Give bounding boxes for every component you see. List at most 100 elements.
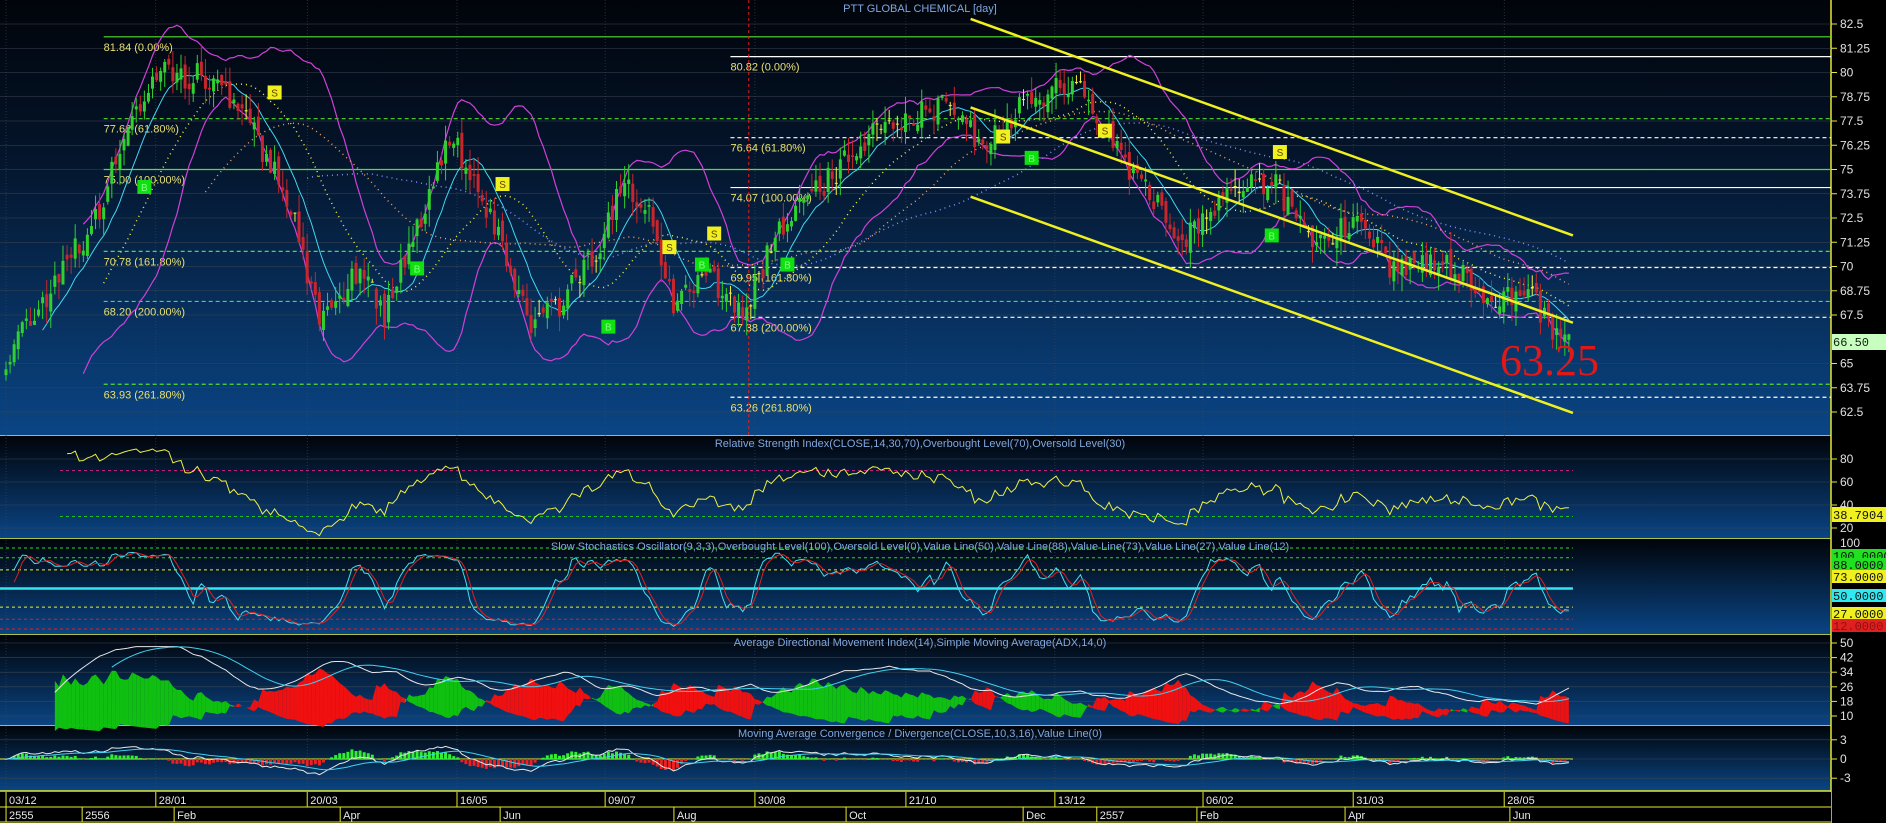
adx-di-fill <box>311 673 316 726</box>
candle-body <box>330 300 334 308</box>
adx-di-fill <box>445 676 450 718</box>
adx-di-fill <box>1060 695 1065 718</box>
macd-histogram-bar <box>895 759 899 762</box>
candle-body <box>777 221 781 234</box>
macd-histogram-bar <box>724 759 728 760</box>
price-axis-label: 76.25 <box>1840 138 1870 152</box>
macd-histogram-bar <box>794 755 798 759</box>
adx-di-fill <box>1141 691 1146 717</box>
adx-di-fill <box>437 678 442 716</box>
candle-body <box>663 262 667 279</box>
adx-di-fill <box>551 687 556 719</box>
adx-di-fill <box>526 678 532 720</box>
macd-histogram-bar <box>49 756 53 759</box>
candle-body <box>1530 287 1534 289</box>
candle-body <box>374 288 378 309</box>
month-label: Apr <box>343 810 360 822</box>
month-label: 2555 <box>9 810 33 822</box>
macd-histogram-bar <box>635 759 639 762</box>
candle-body <box>1343 216 1347 237</box>
candle-body <box>741 307 745 318</box>
macd-histogram-bar <box>317 759 321 766</box>
adx-di-fill <box>299 680 304 723</box>
candle-body <box>305 250 309 284</box>
adx-di-fill <box>1137 695 1142 715</box>
adx-panel-title: Average Directional Movement Index(14),S… <box>734 637 1107 649</box>
rsi-panel-bg <box>0 436 1831 539</box>
candle-body <box>334 301 338 308</box>
macd-histogram-bar <box>273 759 277 763</box>
candle-body <box>301 237 305 250</box>
adx-di-fill <box>79 683 84 730</box>
adx-di-fill <box>461 686 466 710</box>
candle-body <box>212 78 216 92</box>
signal-letter: S <box>666 243 673 254</box>
adx-di-fill <box>156 676 161 729</box>
adx-di-fill <box>1149 688 1154 719</box>
macd-histogram-bar <box>1274 758 1278 760</box>
candle-body <box>533 319 537 329</box>
candle-body <box>1473 288 1477 294</box>
macd-histogram-bar <box>85 758 89 760</box>
macd-panel-title: Moving Average Convergence / Divergence(… <box>738 728 1102 740</box>
macd-histogram-bar <box>647 759 651 763</box>
month-label: Aug <box>677 810 697 822</box>
macd-histogram-bar <box>289 759 293 764</box>
adx-di-fill <box>128 672 133 727</box>
candle-body <box>366 276 370 281</box>
macd-histogram-bar <box>842 757 846 759</box>
candle <box>106 183 110 205</box>
sto-panel-bg <box>0 539 1831 635</box>
adx-di-fill <box>1121 698 1126 713</box>
macd-histogram-bar <box>69 756 73 759</box>
candle-body <box>24 318 28 321</box>
candle-body <box>1498 306 1502 314</box>
adx-di-fill <box>1047 698 1052 714</box>
adx-di-fill <box>531 678 536 721</box>
macd-histogram-bar <box>887 759 891 760</box>
candle-body <box>1188 222 1192 253</box>
adx-di-fill <box>661 690 666 713</box>
adx-di-fill <box>1174 679 1179 725</box>
adx-di-fill <box>392 690 397 718</box>
candle-body <box>452 143 456 148</box>
stock-chart[interactable]: 81.84 (0.00%)77.62 (61.80%)75.00 (100.00… <box>0 0 1886 823</box>
macd-histogram-bar <box>1197 755 1201 759</box>
buy-signal-marker: B <box>410 261 425 276</box>
adx-di-fill <box>616 685 621 715</box>
buy-signal-marker: B <box>1024 150 1039 165</box>
adx-di-fill <box>343 685 348 720</box>
candle-body <box>122 139 126 151</box>
sell-signal-marker: S <box>267 85 282 100</box>
adx-di-fill <box>938 697 943 713</box>
candle-body <box>232 99 236 104</box>
candle-body <box>1066 94 1070 98</box>
adx-di-fill <box>685 685 690 712</box>
adx-di-fill <box>543 684 548 720</box>
adx-di-fill <box>388 688 393 717</box>
macd-histogram-bar <box>419 752 423 759</box>
candle-body <box>826 167 830 193</box>
candle-body <box>1062 83 1066 95</box>
candle-body <box>289 211 293 216</box>
macd-histogram-bar <box>155 759 159 760</box>
candle-body <box>830 171 834 179</box>
adx-di-fill <box>1556 693 1561 722</box>
macd-histogram-bar <box>948 759 952 760</box>
adx-di-fill <box>1263 701 1268 712</box>
macd-histogram-bar <box>826 758 830 760</box>
candle <box>269 147 273 174</box>
adx-di-fill <box>844 684 849 724</box>
candle-body <box>399 260 403 283</box>
macd-histogram-bar <box>851 759 855 760</box>
adx-di-fill <box>189 698 194 718</box>
adx-di-fill <box>1165 682 1171 723</box>
candle-body <box>1282 184 1286 212</box>
adx-axis-label: 34 <box>1840 665 1854 679</box>
adx-di-fill <box>1182 685 1187 722</box>
adx-di-fill <box>384 683 389 719</box>
adx-di-fill <box>217 700 222 715</box>
adx-di-fill <box>172 686 177 717</box>
adx-di-fill <box>290 686 295 720</box>
candle-body <box>110 161 114 184</box>
